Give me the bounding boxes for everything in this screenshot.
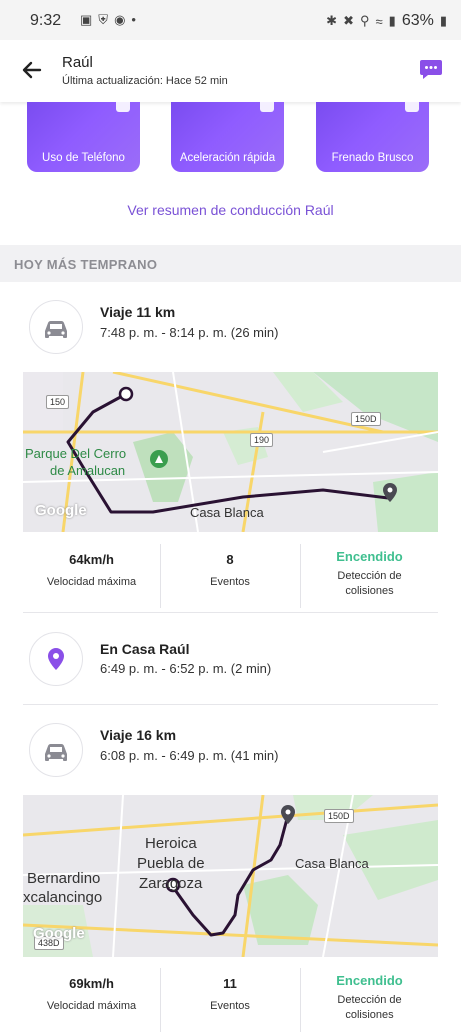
location-pin-icon <box>29 632 83 686</box>
mute-icon: ✖ <box>343 13 354 28</box>
stat-label-line: Detección de <box>337 994 402 1006</box>
car-icon <box>29 723 83 777</box>
road-shield: 190 <box>250 433 274 447</box>
map-city-label: Bernardino <box>27 870 101 887</box>
tile-phone-usage[interactable]: Uso de Teléfono <box>27 102 140 172</box>
stat-events[interactable]: 8 Eventos <box>161 536 299 608</box>
map-city-label: Zaragoza <box>139 875 203 892</box>
bluetooth-icon: ✱ <box>326 13 338 28</box>
battery-percentage: 63% <box>401 12 434 29</box>
map-park-label: Parque Del Cerro <box>25 446 127 461</box>
map-city-label: Puebla de <box>137 855 205 872</box>
trip-title[interactable]: Viaje 11 km <box>100 304 175 320</box>
instagram-icon: ◉ <box>114 12 126 27</box>
road-shield: 150D <box>324 809 354 823</box>
trip-time: 6:08 p. m. - 6:49 p. m. (41 min) <box>100 748 279 763</box>
stat-value: Encendido <box>336 549 403 564</box>
stat-label: Eventos <box>210 576 250 588</box>
place-time: 6:49 p. m. - 6:52 p. m. (2 min) <box>100 661 272 676</box>
dot-icon: • <box>131 12 136 27</box>
back-arrow-icon[interactable] <box>18 56 46 84</box>
tile-label: Frenado Brusco <box>331 152 414 164</box>
stat-events[interactable]: 11 Eventos <box>161 960 299 1032</box>
status-bar: 9:32 ▣ ⛨ ◉ • ✱ ✖ ⚲ ≈ ▮ 63% ▮ <box>0 0 461 40</box>
app-header: Raúl Última actualización: Hace 52 min <box>0 40 461 102</box>
trip-map[interactable]: 150D 438D Heroica Puebla de Zaragoza Cas… <box>23 795 438 957</box>
trip-map[interactable]: 150 150D 190 Parque Del Cerro de Amaluca… <box>23 372 438 532</box>
location-icon: ⚲ <box>359 13 370 28</box>
map-place-label: Casa Blanca <box>295 856 369 871</box>
road-shield: 150D <box>351 412 381 426</box>
trip-stats: 64km/h Velocidad máxima 8 Eventos Encend… <box>23 536 438 608</box>
stat-value: 64km/h <box>69 552 114 567</box>
stat-max-speed: 64km/h Velocidad máxima <box>23 536 160 608</box>
stat-label-line: colisiones <box>345 1009 394 1021</box>
stat-label: Eventos <box>210 1000 250 1012</box>
google-logo: Google <box>35 502 87 519</box>
member-name: Raúl <box>62 54 93 71</box>
trip-stats: 69km/h Velocidad máxima 11 Eventos Encen… <box>23 960 438 1032</box>
image-icon: ▣ <box>80 12 93 27</box>
stat-label-line: colisiones <box>345 585 394 597</box>
section-header-label: HOY MÁS TEMPRANO <box>14 257 158 272</box>
google-logo: Google <box>33 925 85 942</box>
divider <box>23 704 438 705</box>
map-place-label: Casa Blanca <box>190 505 264 520</box>
stat-value: 8 <box>226 552 234 567</box>
map-park-label: de Amalucan <box>50 463 126 478</box>
section-header: HOY MÁS TEMPRANO <box>0 245 461 282</box>
car-icon <box>29 300 83 354</box>
road-shield: 150 <box>46 395 70 409</box>
signal-icon: ▮ <box>388 13 396 28</box>
tile-label: Aceleración rápida <box>179 152 276 164</box>
driving-summary-link[interactable]: Ver resumen de conducción Raúl <box>0 202 461 218</box>
divider <box>23 612 438 613</box>
trip-title[interactable]: Viaje 16 km <box>100 727 176 743</box>
stat-crash-detection: Encendido Detección de colisiones <box>301 960 438 1032</box>
stat-max-speed: 69km/h Velocidad máxima <box>23 960 160 1032</box>
tile-hard-braking[interactable]: Frenado Brusco <box>316 102 429 172</box>
chat-icon[interactable] <box>419 58 443 80</box>
wifi-icon: ≈ <box>375 13 383 29</box>
notification-icons: ▣ ⛨ ◉ • <box>80 12 136 28</box>
map-city-label: xcalancingo <box>23 889 103 906</box>
last-update: Última actualización: Hace 52 min <box>62 75 228 87</box>
shield-icon: ⛨ <box>98 12 109 27</box>
status-time: 9:32 <box>30 12 62 29</box>
map-city-label: Heroica <box>145 835 197 852</box>
stat-value: Encendido <box>336 973 403 988</box>
tile-label: Uso de Teléfono <box>42 152 125 164</box>
stat-value: 11 <box>223 976 237 991</box>
tile-rapid-acceleration[interactable]: Aceleración rápida <box>171 102 284 172</box>
stat-value: 69km/h <box>69 976 114 991</box>
stat-label: Detección de colisiones <box>301 569 438 599</box>
lock-icon <box>116 102 130 112</box>
driving-tiles: Uso de Teléfono Aceleración rápida Frena… <box>0 102 461 182</box>
stat-label: Velocidad máxima <box>46 576 137 588</box>
stat-label-line: Detección de <box>337 570 402 582</box>
stat-crash-detection: Encendido Detección de colisiones <box>301 536 438 608</box>
system-icons: ✱ ✖ ⚲ ≈ ▮ 63% ▮ <box>326 12 447 30</box>
place-title[interactable]: En Casa Raúl <box>100 641 189 657</box>
battery-icon: ▮ <box>439 13 447 28</box>
stat-label: Detección de colisiones <box>301 993 438 1023</box>
trip-time: 7:48 p. m. - 8:14 p. m. (26 min) <box>100 325 279 340</box>
stat-label: Velocidad máxima <box>46 1000 137 1012</box>
lock-icon <box>405 102 419 112</box>
lock-icon <box>260 102 274 112</box>
